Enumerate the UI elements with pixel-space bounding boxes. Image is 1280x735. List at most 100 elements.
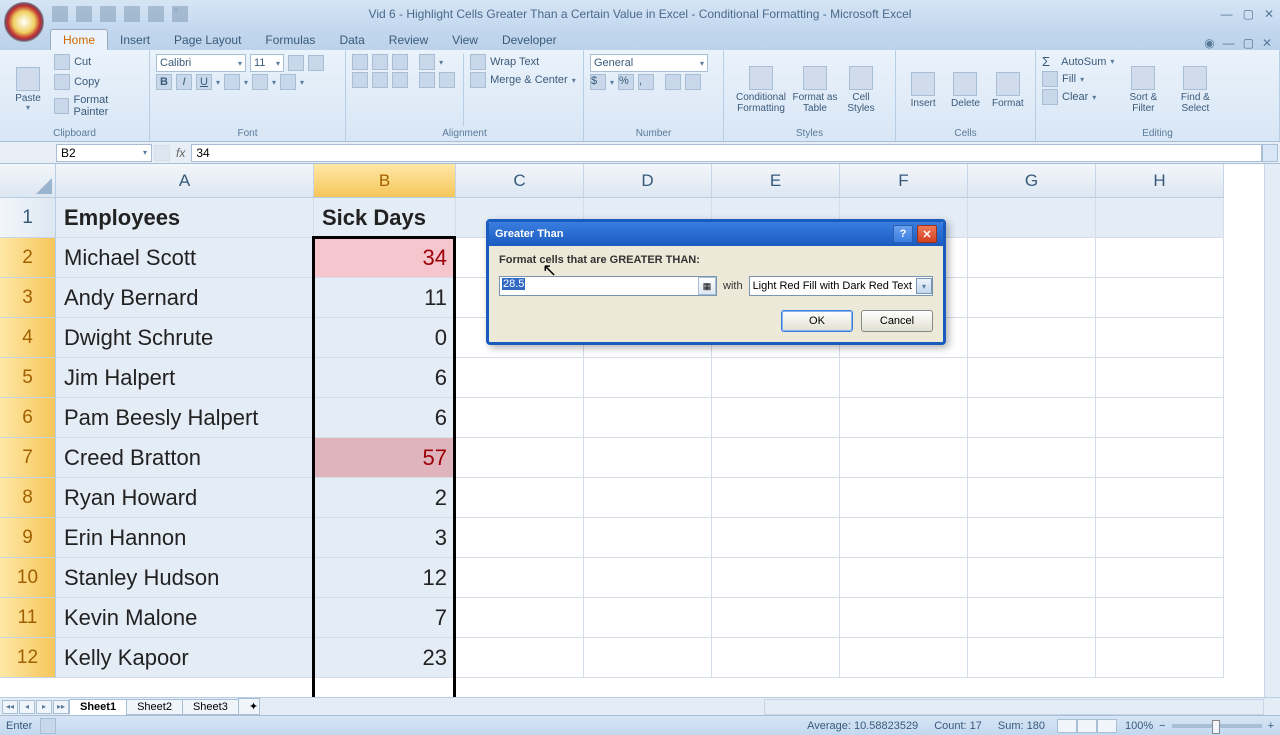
cell[interactable]: [968, 238, 1096, 278]
cell[interactable]: [584, 438, 712, 478]
font-color-icon[interactable]: [280, 74, 296, 90]
cell[interactable]: [968, 398, 1096, 438]
cell[interactable]: [1096, 598, 1224, 638]
cell[interactable]: [968, 358, 1096, 398]
dec-decimal-icon[interactable]: [685, 74, 701, 90]
cancel-button[interactable]: Cancel: [861, 310, 933, 332]
cell[interactable]: [968, 598, 1096, 638]
cell[interactable]: 57: [314, 438, 456, 478]
row-header[interactable]: 8: [0, 478, 56, 518]
cell[interactable]: [1096, 558, 1224, 598]
cell[interactable]: [968, 558, 1096, 598]
row-header[interactable]: 12: [0, 638, 56, 678]
cell[interactable]: Michael Scott: [56, 238, 314, 278]
cell[interactable]: [840, 398, 968, 438]
cell[interactable]: [968, 438, 1096, 478]
format-painter-button[interactable]: Format Painter: [54, 94, 143, 118]
row-header[interactable]: 5: [0, 358, 56, 398]
row-header[interactable]: 3: [0, 278, 56, 318]
expand-formula-icon[interactable]: [1262, 144, 1278, 162]
column-header[interactable]: E: [712, 164, 840, 198]
cell[interactable]: 7: [314, 598, 456, 638]
threshold-input[interactable]: [499, 276, 717, 296]
conditional-formatting-button[interactable]: Conditional Formatting: [730, 54, 792, 126]
font-size-select[interactable]: 11▾: [250, 54, 284, 72]
cell[interactable]: [1096, 518, 1224, 558]
cell[interactable]: Stanley Hudson: [56, 558, 314, 598]
formula-input[interactable]: 34: [191, 144, 1262, 162]
column-header[interactable]: H: [1096, 164, 1224, 198]
format-cells-button[interactable]: Format: [987, 54, 1029, 126]
align-bottom-icon[interactable]: [392, 54, 408, 70]
restore-icon[interactable]: ▢: [1243, 36, 1254, 50]
row-header[interactable]: 10: [0, 558, 56, 598]
maximize-icon[interactable]: ▢: [1243, 7, 1254, 21]
shrink-font-icon[interactable]: [308, 55, 324, 71]
cell[interactable]: [456, 558, 584, 598]
cell[interactable]: [840, 358, 968, 398]
italic-icon[interactable]: I: [176, 74, 192, 90]
cell[interactable]: [1096, 238, 1224, 278]
column-header[interactable]: G: [968, 164, 1096, 198]
fill-button[interactable]: Fill▾: [1042, 71, 1114, 87]
inc-decimal-icon[interactable]: [665, 74, 681, 90]
column-header[interactable]: D: [584, 164, 712, 198]
cell[interactable]: [712, 358, 840, 398]
format-select[interactable]: Light Red Fill with Dark Red Text ▾: [749, 276, 933, 296]
cell[interactable]: Ryan Howard: [56, 478, 314, 518]
column-header[interactable]: C: [456, 164, 584, 198]
clear-button[interactable]: Clear▾: [1042, 89, 1114, 105]
cell[interactable]: [1096, 318, 1224, 358]
cell[interactable]: Andy Bernard: [56, 278, 314, 318]
cell[interactable]: [712, 398, 840, 438]
find-select-button[interactable]: Find & Select: [1172, 54, 1218, 126]
cell[interactable]: [968, 638, 1096, 678]
cell[interactable]: Creed Bratton: [56, 438, 314, 478]
ok-button[interactable]: OK: [781, 310, 853, 332]
select-all-button[interactable]: [0, 164, 56, 198]
save-icon[interactable]: [52, 6, 68, 22]
close-icon[interactable]: ✕: [1264, 7, 1274, 21]
cell[interactable]: Employees: [56, 198, 314, 238]
tab-insert[interactable]: Insert: [108, 30, 162, 50]
cell-styles-button[interactable]: Cell Styles: [838, 54, 884, 126]
cell[interactable]: Pam Beesly Halpert: [56, 398, 314, 438]
cell[interactable]: 11: [314, 278, 456, 318]
qat-icon[interactable]: [124, 6, 140, 22]
cell[interactable]: [968, 278, 1096, 318]
sheet-tab[interactable]: Sheet1: [69, 699, 127, 715]
cell[interactable]: Kevin Malone: [56, 598, 314, 638]
close-doc-icon[interactable]: ✕: [1262, 36, 1272, 50]
tab-home[interactable]: Home: [50, 29, 108, 50]
cell[interactable]: [1096, 638, 1224, 678]
cell[interactable]: [456, 358, 584, 398]
format-as-table-button[interactable]: Format as Table: [792, 54, 838, 126]
dialog-close-icon[interactable]: ✕: [917, 225, 937, 243]
cell[interactable]: 34: [314, 238, 456, 278]
delete-cells-button[interactable]: Delete: [944, 54, 986, 126]
align-center-icon[interactable]: [372, 72, 388, 88]
tab-page-layout[interactable]: Page Layout: [162, 30, 253, 50]
column-header[interactable]: A: [56, 164, 314, 198]
sheet-nav[interactable]: ◂◂◂▸▸▸: [2, 700, 70, 714]
cell[interactable]: [456, 638, 584, 678]
cancel-icon[interactable]: [154, 145, 170, 161]
merge-center-button[interactable]: Merge & Center▾: [470, 72, 576, 88]
help-icon[interactable]: ◉: [1204, 36, 1214, 50]
zoom-out-icon[interactable]: −: [1159, 720, 1165, 732]
tab-data[interactable]: Data: [327, 30, 376, 50]
cell[interactable]: [840, 638, 968, 678]
currency-icon[interactable]: $: [590, 74, 606, 90]
row-header[interactable]: 2: [0, 238, 56, 278]
cell[interactable]: [1096, 438, 1224, 478]
autosum-button[interactable]: Σ AutoSum▾: [1042, 54, 1114, 69]
cut-button[interactable]: Cut: [54, 54, 143, 70]
align-right-icon[interactable]: [392, 72, 408, 88]
cell[interactable]: [584, 598, 712, 638]
cell[interactable]: 3: [314, 518, 456, 558]
font-select[interactable]: Calibri▾: [156, 54, 246, 72]
vertical-scrollbar[interactable]: [1264, 164, 1280, 697]
cell[interactable]: [712, 518, 840, 558]
horizontal-scrollbar[interactable]: [764, 699, 1264, 715]
cell[interactable]: [1096, 398, 1224, 438]
